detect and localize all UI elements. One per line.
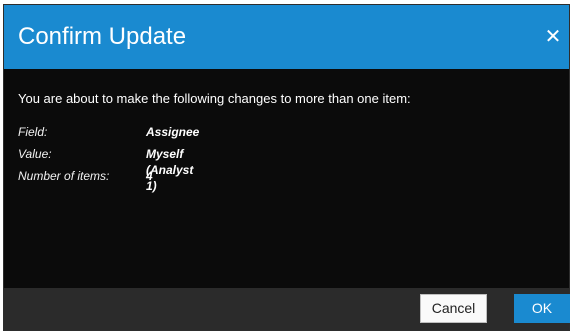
number-of-items-value: 4 [146,169,153,183]
number-of-items-label: Number of items: [18,169,110,183]
dialog-body: You are about to make the following chan… [4,69,569,290]
field-value: Assignee [146,125,200,139]
value-value: Myself (Analyst 1) [146,147,194,193]
dialog-title: Confirm Update [18,23,187,50]
dialog-footer: Cancel OK [4,288,570,330]
field-label: Field: [18,125,48,139]
cancel-button[interactable]: Cancel [420,294,487,323]
change-message: You are about to make the following chan… [18,91,411,106]
ok-button[interactable]: OK [514,294,570,323]
confirm-update-dialog: Confirm Update ✕ You are about to make t… [3,4,570,331]
value-label: Value: [18,147,52,161]
dialog-header: Confirm Update ✕ [4,5,569,69]
close-icon[interactable]: ✕ [543,27,563,47]
